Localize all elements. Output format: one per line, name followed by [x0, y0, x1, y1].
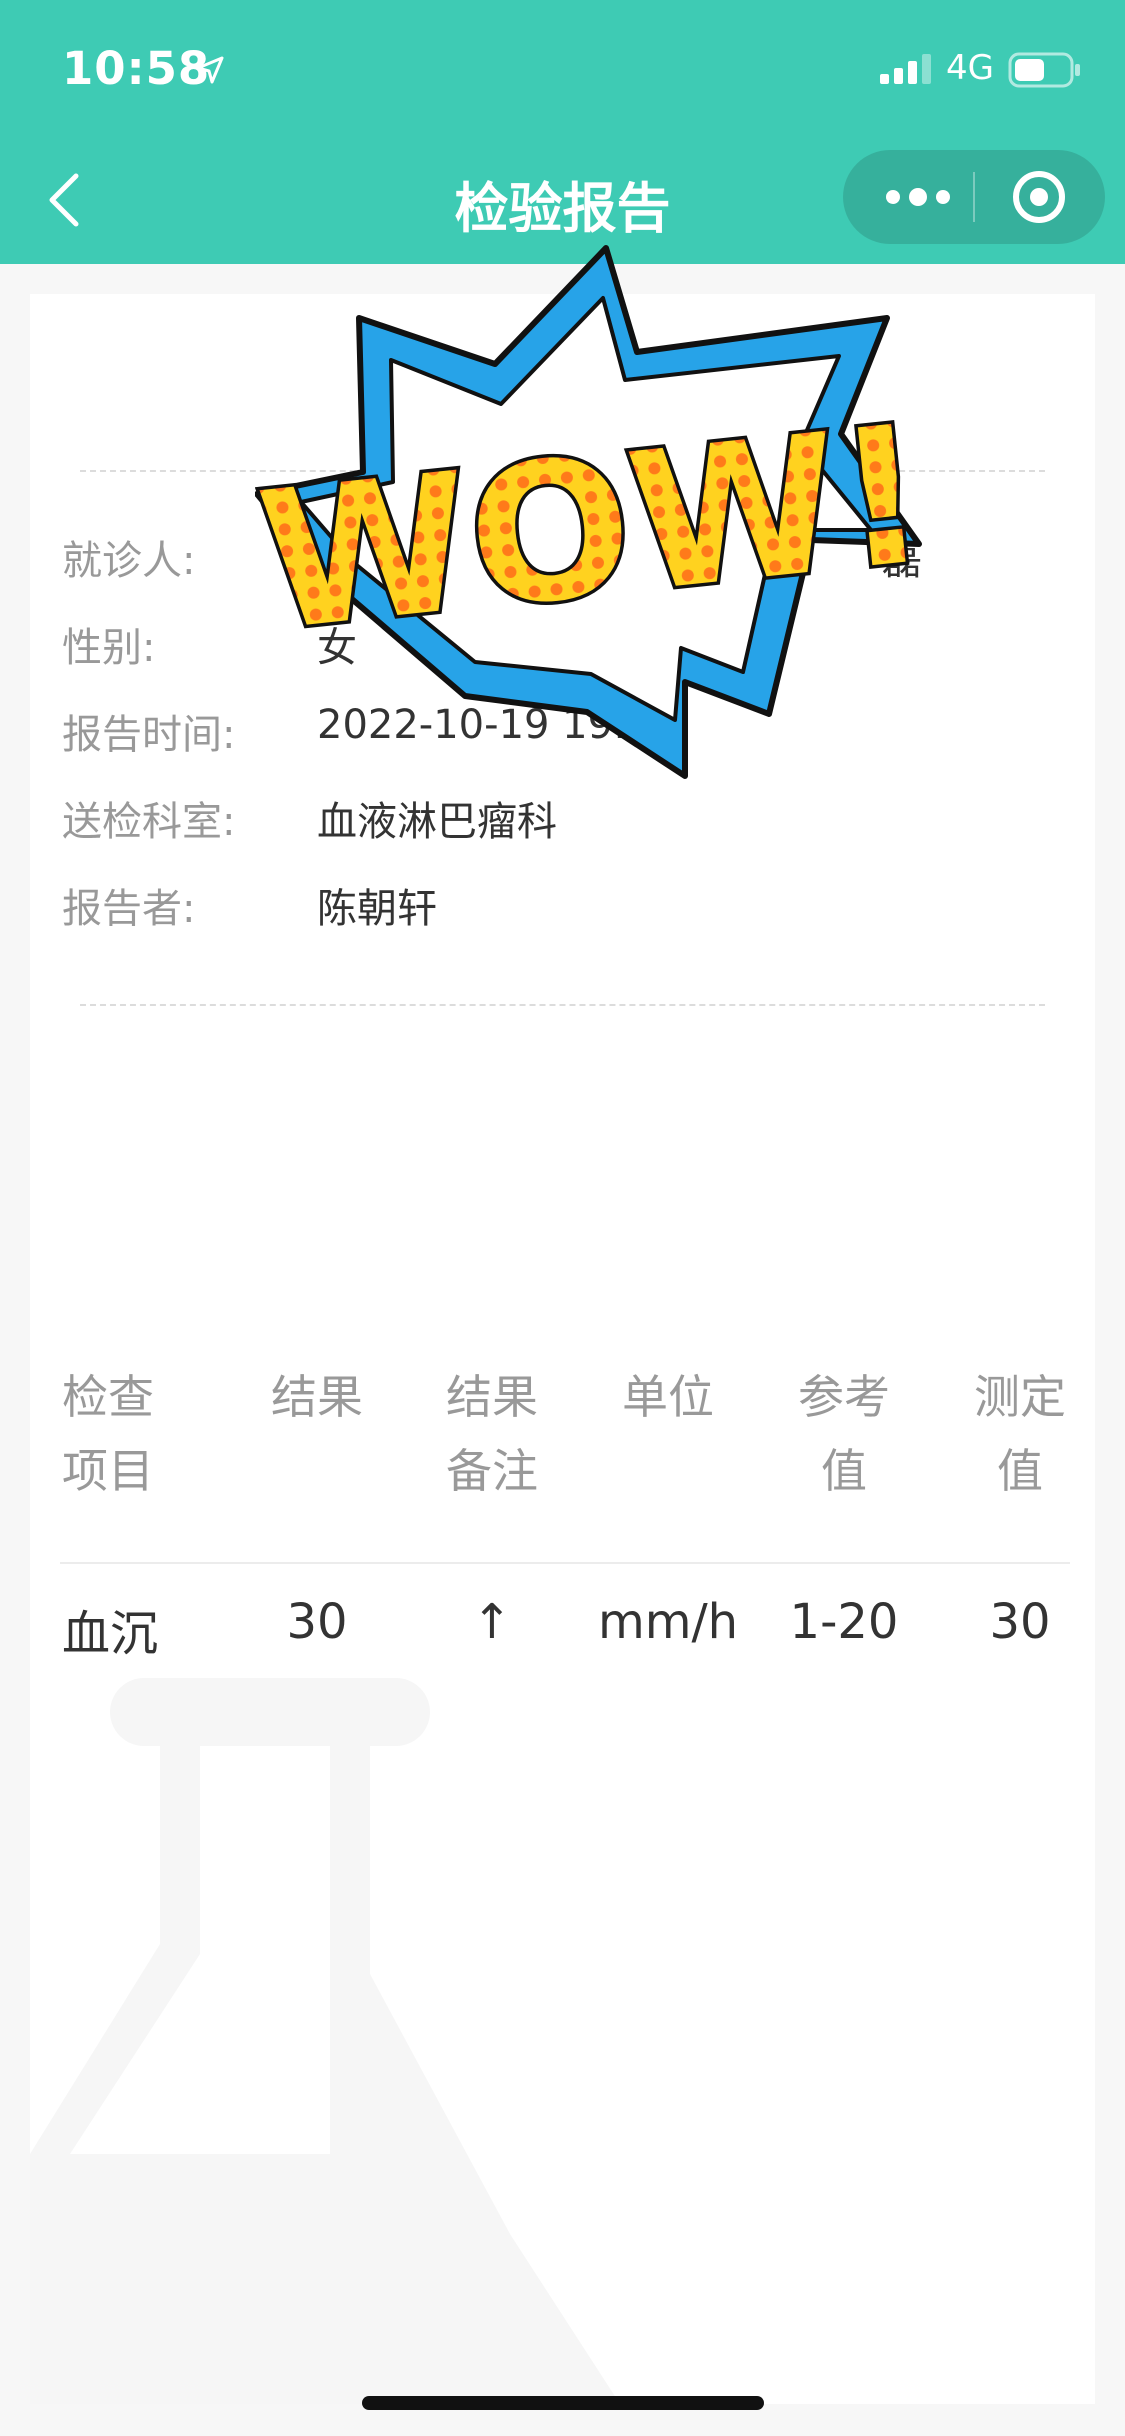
capsule-divider	[973, 172, 975, 222]
mini-program-capsule	[843, 150, 1105, 244]
cell-remark: ↑	[471, 1594, 513, 1650]
reporter-label: 报告者:	[62, 886, 196, 932]
department-label: 送检科室:	[62, 799, 236, 845]
wow-sticker: WOW!	[255, 245, 923, 779]
header-result: 结果	[271, 1370, 363, 1424]
header-reference: 参考值	[798, 1370, 890, 1498]
screen: 10:58 4G 检验报告 就诊人: 磊 性别: 女 报告时间: 2022-10…	[0, 0, 1125, 2436]
cell-result: 30	[286, 1594, 348, 1650]
cell-item: 血沉	[62, 1606, 159, 1662]
header-result-remark: 结果备注	[446, 1370, 538, 1498]
cellular-signal-icon	[880, 54, 931, 84]
table-header-underline	[60, 1562, 1070, 1564]
cell-unit: mm/h	[597, 1594, 739, 1650]
info-row-department: 送检科室: 血液淋巴瘤科	[62, 789, 1062, 849]
report-time-label: 报告时间:	[62, 712, 236, 758]
cell-reference: 1-20	[789, 1594, 899, 1650]
top-bar: 10:58 4G 检验报告	[0, 0, 1125, 264]
target-close-icon[interactable]	[1011, 169, 1067, 225]
location-arrow-icon	[196, 56, 224, 84]
network-type: 4G	[946, 48, 994, 88]
header-unit: 单位	[622, 1370, 714, 1424]
wow-text: WOW!	[255, 384, 923, 674]
reporter-value: 陈朝轩	[317, 886, 437, 932]
header-measured: 测定值	[974, 1370, 1066, 1498]
header-test-item: 检查项目	[62, 1370, 154, 1498]
battery-icon	[1008, 52, 1080, 88]
middle-divider	[80, 1004, 1045, 1006]
info-row-reporter: 报告者: 陈朝轩	[62, 876, 1062, 936]
patient-label: 就诊人:	[62, 538, 196, 584]
more-dots-icon[interactable]	[883, 178, 953, 216]
home-indicator	[362, 2396, 764, 2410]
cell-measured: 30	[989, 1594, 1051, 1650]
department-value: 血液淋巴瘤科	[317, 799, 557, 845]
gender-label: 性别:	[62, 625, 156, 671]
flask-watermark-icon	[30, 1678, 620, 2404]
status-time: 10:58	[62, 42, 211, 95]
